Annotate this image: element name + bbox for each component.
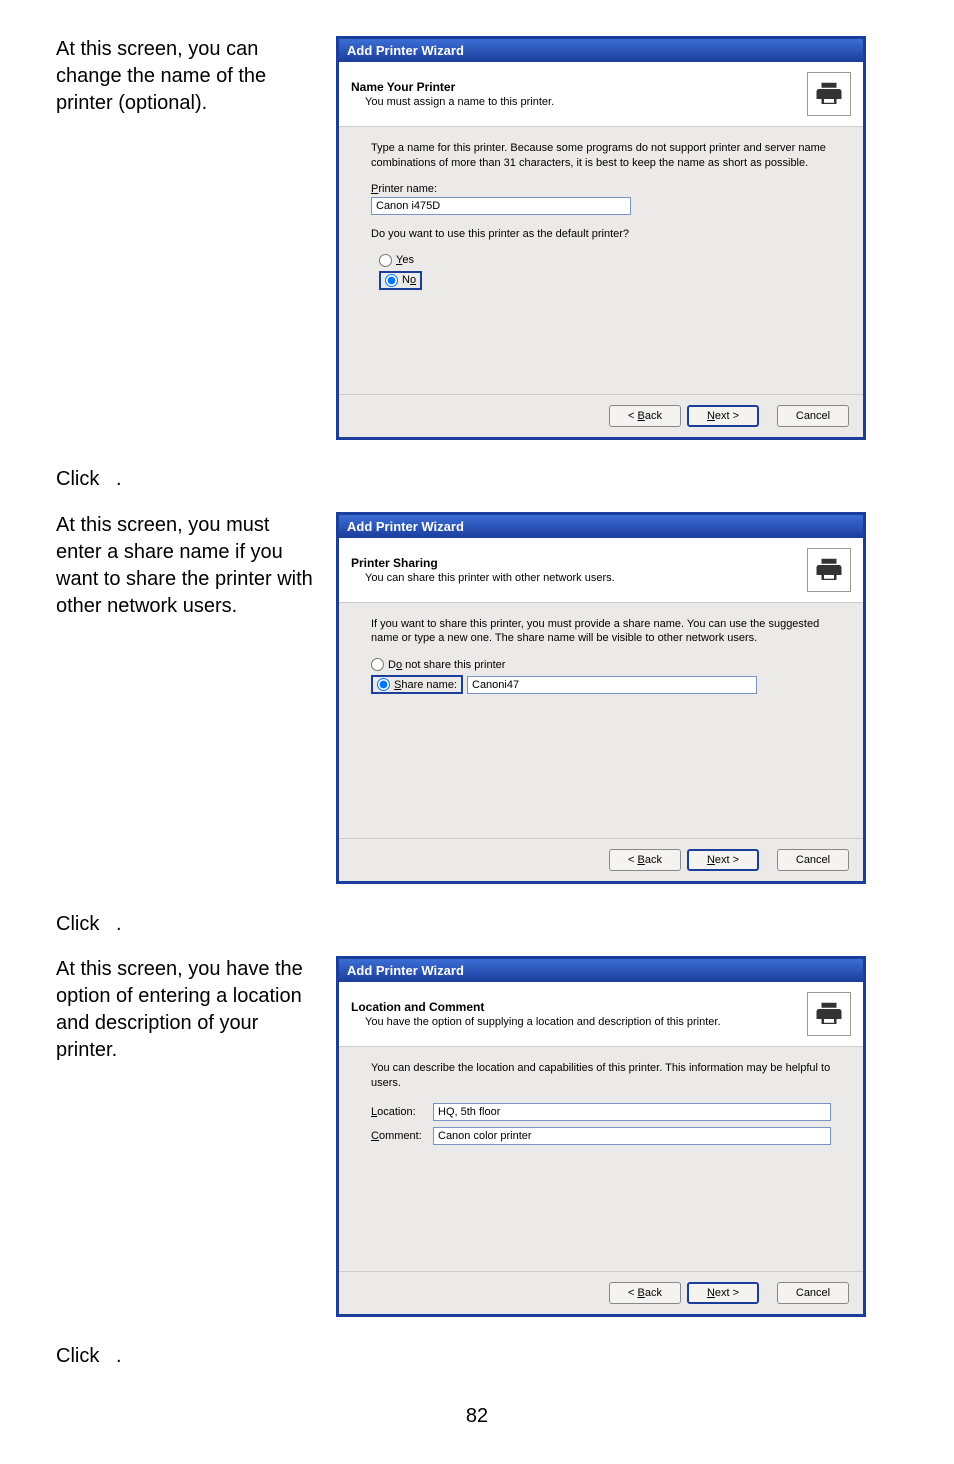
printer-name-label: Printer name: [371, 183, 831, 195]
back-button[interactable]: < Back [609, 405, 681, 427]
dialog-title: Add Printer Wizard [339, 959, 863, 982]
dialog-header: Printer Sharing You can share this print… [339, 538, 863, 603]
dialog-header: Location and Comment You have the option… [339, 982, 863, 1047]
cancel-button[interactable]: Cancel [777, 849, 849, 871]
printer-icon [807, 72, 851, 116]
header-subtitle: You must assign a name to this printer. [351, 94, 807, 108]
dialog-footer: < Back Next > Cancel [339, 394, 863, 437]
radio-share-name-row[interactable]: Share name: [371, 675, 831, 694]
dialog-header: Name Your Printer You must assign a name… [339, 62, 863, 127]
instruction-text-3: At this screen, you have the option of e… [56, 956, 336, 1064]
header-title: Name Your Printer [351, 80, 807, 94]
cancel-button[interactable]: Cancel [777, 405, 849, 427]
body-text: Type a name for this printer. Because so… [371, 141, 831, 171]
back-button[interactable]: < Back [609, 1282, 681, 1304]
header-title: Printer Sharing [351, 556, 807, 570]
header-title: Location and Comment [351, 1000, 807, 1014]
radio-do-not-share[interactable] [371, 658, 384, 671]
share-name-input[interactable] [467, 676, 757, 694]
header-subtitle: You have the option of supplying a locat… [351, 1014, 807, 1028]
click-instruction-1: Click. [56, 460, 898, 500]
wizard-name-printer: Add Printer Wizard Name Your Printer You… [336, 36, 866, 440]
radio-no[interactable] [385, 274, 398, 287]
wizard-location-comment: Add Printer Wizard Location and Comment … [336, 956, 866, 1317]
radio-share-name[interactable] [377, 678, 390, 691]
body-text: If you want to share this printer, you m… [371, 617, 831, 647]
dialog-title: Add Printer Wizard [339, 39, 863, 62]
printer-name-input[interactable] [371, 197, 631, 215]
comment-input[interactable] [433, 1127, 831, 1145]
header-subtitle: You can share this printer with other ne… [351, 570, 807, 584]
default-printer-question: Do you want to use this printer as the d… [371, 227, 831, 242]
radio-yes-row[interactable]: Yes [379, 254, 831, 267]
dialog-footer: < Back Next > Cancel [339, 1271, 863, 1314]
comment-label: Comment: [371, 1130, 433, 1142]
body-text: You can describe the location and capabi… [371, 1061, 831, 1091]
next-button[interactable]: Next > [687, 849, 759, 871]
dialog-title: Add Printer Wizard [339, 515, 863, 538]
printer-icon [807, 548, 851, 592]
next-button[interactable]: Next > [687, 1282, 759, 1304]
printer-icon [807, 992, 851, 1036]
instruction-text-1: At this screen, you can change the name … [56, 36, 336, 117]
instruction-text-2: At this screen, you must enter a share n… [56, 512, 336, 620]
radio-yes[interactable] [379, 254, 392, 267]
back-button[interactable]: < Back [609, 849, 681, 871]
wizard-printer-sharing: Add Printer Wizard Printer Sharing You c… [336, 512, 866, 885]
dialog-footer: < Back Next > Cancel [339, 838, 863, 881]
location-label: Location: [371, 1106, 433, 1118]
cancel-button[interactable]: Cancel [777, 1282, 849, 1304]
radio-no-row[interactable]: No [379, 271, 831, 290]
radio-do-not-share-row[interactable]: Do not share this printer [371, 658, 831, 671]
page-number: 82 [56, 1405, 898, 1428]
click-instruction-3: Click. [56, 1337, 898, 1377]
next-button[interactable]: Next > [687, 405, 759, 427]
click-instruction-2: Click. [56, 904, 898, 944]
location-input[interactable] [433, 1103, 831, 1121]
